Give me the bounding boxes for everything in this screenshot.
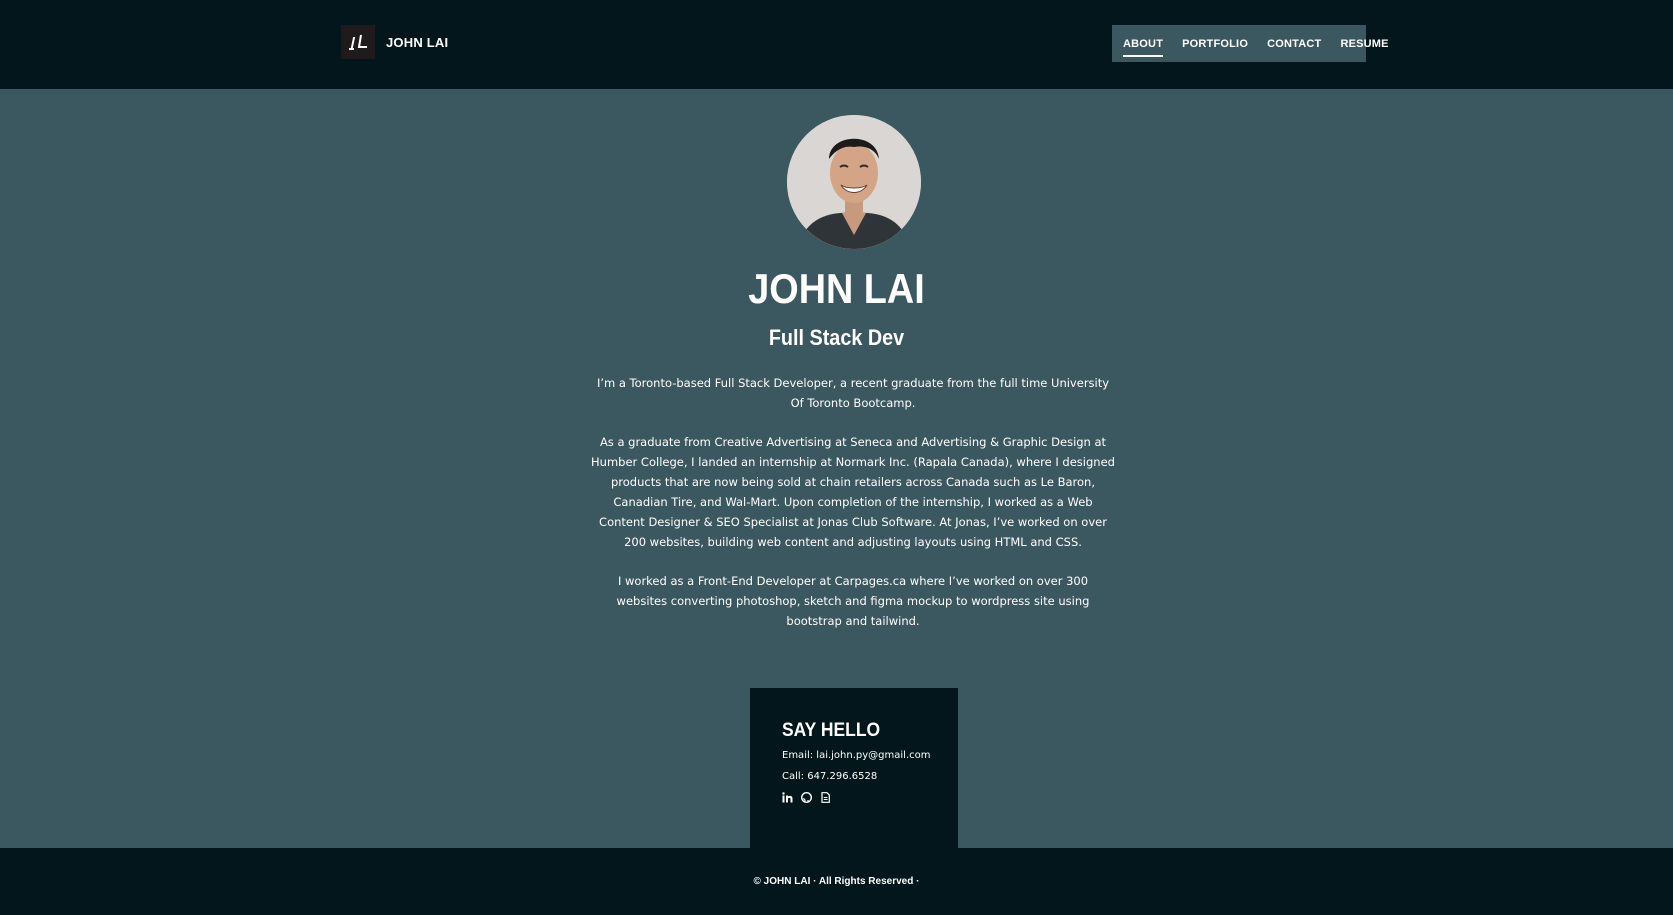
brand-name[interactable]: JOHN LAI <box>386 35 448 50</box>
bio-paragraph: I worked as a Front-End Developer at Car… <box>616 574 1090 628</box>
bio-paragraph: I’m a Toronto-based Full Stack Developer… <box>596 376 1110 410</box>
about-section: JOHN LAI Full Stack Dev I’m a Toronto-ba… <box>0 89 1673 849</box>
contact-email[interactable]: Email: lai.john.py@gmail.com <box>782 750 958 761</box>
brand[interactable]: JOHN LAI <box>341 25 448 59</box>
hero-role: Full Stack Dev <box>768 325 905 350</box>
nav-about[interactable]: ABOUT <box>1123 38 1164 57</box>
nav-portfolio[interactable]: PORTFOLIO <box>1182 38 1248 50</box>
contact-phone[interactable]: Call: 647.296.6528 <box>782 771 958 782</box>
profile-photo <box>787 115 921 249</box>
site-header: JOHN LAI ABOUT PORTFOLIO CONTACT RESUME <box>0 0 1673 89</box>
nav-contact[interactable]: CONTACT <box>1267 38 1321 50</box>
main-nav: ABOUT PORTFOLIO CONTACT RESUME <box>1112 25 1389 62</box>
resume-file-icon[interactable] <box>820 792 831 803</box>
social-icons <box>782 792 958 803</box>
github-icon[interactable] <box>801 792 812 803</box>
contact-card: SAY HELLO Email: lai.john.py@gmail.com C… <box>750 688 958 849</box>
copyright-text: © JOHN LAI · All Rights Reserved · <box>753 876 920 887</box>
contact-title: SAY HELLO <box>782 720 881 741</box>
site-footer: © JOHN LAI · All Rights Reserved · <box>0 848 1673 915</box>
linkedin-icon[interactable] <box>782 792 793 803</box>
hero-name: JOHN LAI <box>748 265 925 312</box>
bio-paragraph: As a graduate from Creative Advertising … <box>591 435 1115 549</box>
nav-resume[interactable]: RESUME <box>1340 38 1388 50</box>
jl-monogram-icon[interactable] <box>341 25 375 59</box>
